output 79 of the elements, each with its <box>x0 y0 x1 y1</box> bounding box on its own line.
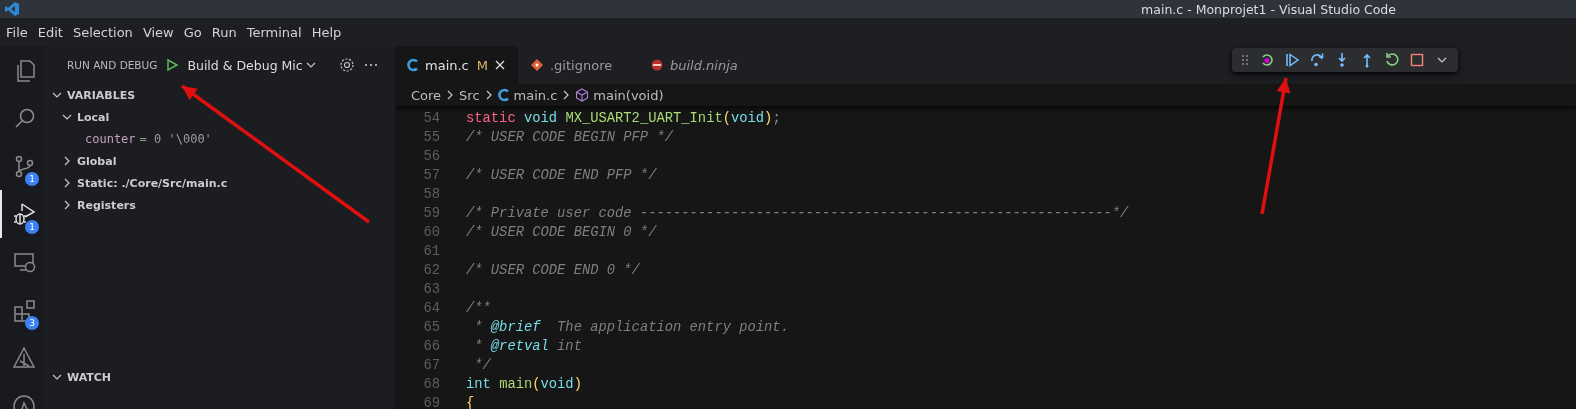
code-line: /* USER CODE END PFP */ <box>466 168 657 183</box>
menu-item[interactable]: View <box>137 21 179 43</box>
tree-item[interactable]: Global <box>77 154 117 168</box>
grip-icon <box>1240 52 1250 68</box>
breadcrumb-item[interactable]: Src <box>459 87 480 103</box>
menu-item[interactable]: Terminal <box>241 21 307 43</box>
tab-label: build.ninja <box>670 57 738 73</box>
circular-arrow-dot-icon[interactable] <box>1259 52 1275 68</box>
code-line: * @brief The application entry point. <box>473 320 789 335</box>
line-number: 68 <box>422 377 440 392</box>
monitor-icon <box>11 250 36 274</box>
section-header[interactable]: VARIABLES <box>67 88 136 102</box>
breadcrumb-item[interactable]: main(void) <box>593 87 664 103</box>
triangle-icon <box>11 346 36 370</box>
code-line: /* Private user code ---------------------------------------------------------*/ <box>466 206 1129 221</box>
line-number: 59 <box>422 206 440 221</box>
line-number: 64 <box>422 301 440 316</box>
app-logo-icon <box>4 1 20 17</box>
step-over-icon[interactable] <box>1309 52 1325 68</box>
count-badge: 1 <box>25 172 39 186</box>
code-line: int main(void) <box>466 377 582 392</box>
menu-item[interactable]: Help <box>306 21 347 43</box>
line-number: 58 <box>422 187 440 202</box>
line-number: 66 <box>422 339 440 354</box>
code-line: static void MX_USART2_UART_Init(void); <box>466 111 781 126</box>
panel-title: RUN AND DEBUG <box>67 59 158 71</box>
modified-indicator: M <box>476 57 488 73</box>
tab-label: .gitignore <box>550 57 613 73</box>
close-icon[interactable] <box>494 59 506 71</box>
line-number: 61 <box>422 244 440 259</box>
code-line: { <box>466 396 475 409</box>
menu-item[interactable]: Run <box>206 21 242 43</box>
menu-item[interactable]: Selection <box>67 21 138 43</box>
line-number: 56 <box>422 149 440 164</box>
c-file-icon <box>497 88 510 102</box>
line-number: 62 <box>422 263 440 278</box>
diamond-icon <box>530 58 544 72</box>
restart-icon[interactable] <box>1384 52 1400 68</box>
line-number: 67 <box>422 358 440 373</box>
line-number: 65 <box>422 320 440 335</box>
stop-icon[interactable] <box>1409 52 1425 68</box>
extensions-tab[interactable]: 3 <box>0 286 45 334</box>
code-line: /** <box>466 301 491 316</box>
continue-icon[interactable] <box>1284 52 1300 68</box>
editor-tab[interactable]: .gitignore <box>518 46 638 84</box>
variable-value: = 0 '\000' <box>139 132 212 146</box>
breadcrumb-item[interactable]: Core <box>411 87 442 103</box>
settings-icon[interactable] <box>338 57 355 73</box>
window-title: main.c - Monprojet1 - Visual Studio Code <box>1141 1 1396 17</box>
count-badge: 3 <box>25 316 39 330</box>
start-debugging-icon[interactable] <box>165 58 180 72</box>
c-file-icon <box>407 58 419 72</box>
editor-tab[interactable]: main.c M <box>395 46 518 84</box>
tab-label: main.c <box>425 57 469 73</box>
line-number: 57 <box>422 168 440 183</box>
menu-item[interactable]: Edit <box>32 21 68 43</box>
section-header[interactable]: WATCH <box>67 370 112 384</box>
tree-item[interactable]: Static: ./Core/Src/main.c <box>77 176 228 190</box>
code-line: /* USER CODE BEGIN 0 */ <box>466 225 657 240</box>
breadcrumb-item[interactable]: main.c <box>513 87 558 103</box>
editor-tab[interactable]: build.ninja <box>638 46 758 84</box>
menu-item[interactable]: Go <box>178 21 207 43</box>
configuration-dropdown[interactable]: Build & Debug Mic <box>187 57 317 73</box>
line-number: 55 <box>422 130 440 145</box>
code-line: */ <box>473 358 491 373</box>
tree-item[interactable]: Local <box>77 110 110 124</box>
line-number: 63 <box>422 282 440 297</box>
line-number: 54 <box>422 111 440 126</box>
menu-item[interactable]: File <box>1 21 33 43</box>
source-control-tab[interactable]: 1 <box>0 142 45 190</box>
variable-name: counter <box>85 132 136 146</box>
code-line: /* USER CODE BEGIN PFP */ <box>466 130 673 145</box>
count-badge: 1 <box>25 220 39 234</box>
cube-icon <box>575 88 590 102</box>
tree-item[interactable]: Registers <box>77 198 136 212</box>
code-line: /* USER CODE END 0 */ <box>466 263 640 278</box>
line-number: 69 <box>422 396 440 409</box>
code-line: * @retval int <box>473 339 582 354</box>
line-number: 60 <box>422 225 440 240</box>
